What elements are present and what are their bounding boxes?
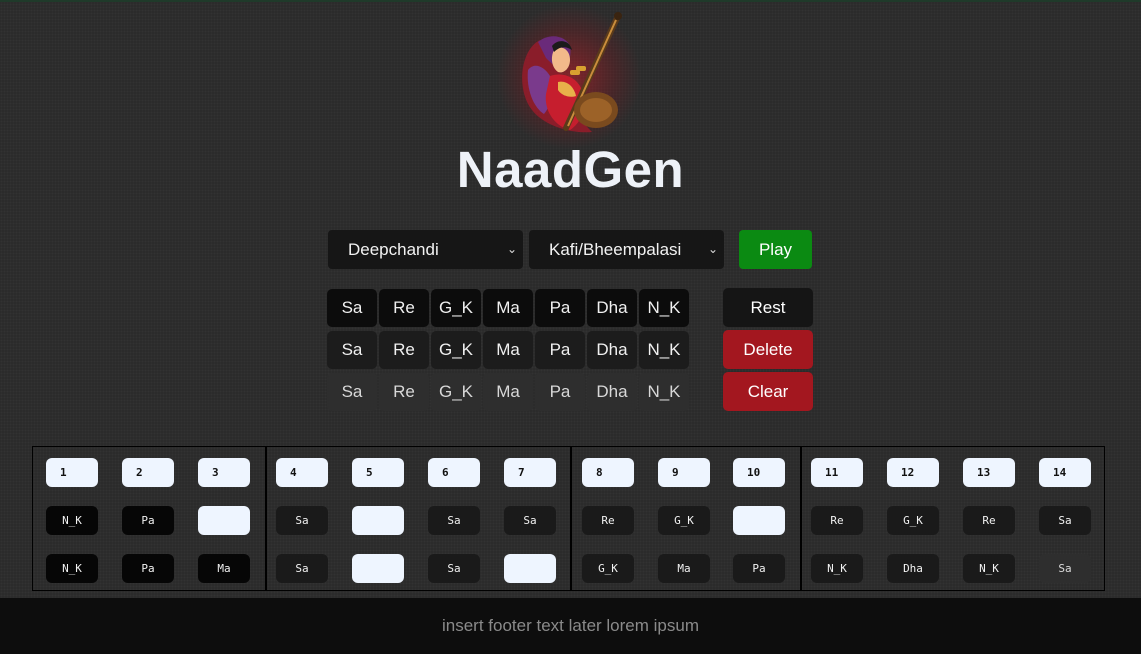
play-button[interactable]: Play xyxy=(739,230,812,269)
note-slot[interactable]: Sa xyxy=(428,554,480,583)
note-key-n-k[interactable]: N_K xyxy=(639,373,689,411)
note-key-ma[interactable]: Ma xyxy=(483,289,533,327)
beat-number: 6 xyxy=(428,458,480,487)
note-key-pa[interactable]: Pa xyxy=(535,289,585,327)
composition-grid xyxy=(32,446,1105,591)
empty-slot[interactable] xyxy=(504,554,556,583)
note-slot[interactable]: G_K xyxy=(887,506,939,535)
note-key-g-k[interactable]: G_K xyxy=(431,289,481,327)
note-key-ma[interactable]: Ma xyxy=(483,373,533,411)
rest-button[interactable]: Rest xyxy=(723,288,813,327)
empty-slot[interactable] xyxy=(352,506,404,535)
empty-slot[interactable] xyxy=(198,506,250,535)
note-key-dha[interactable]: Dha xyxy=(587,331,637,369)
vibhag-divider xyxy=(800,446,802,591)
beat-number: 13 xyxy=(963,458,1015,487)
vibhag-divider xyxy=(265,446,267,591)
note-key-re[interactable]: Re xyxy=(379,373,429,411)
naadgen-logo xyxy=(496,4,642,150)
note-slot[interactable]: Pa xyxy=(733,554,785,583)
chevron-down-icon: ⌄ xyxy=(506,242,517,256)
footer: insert footer text later lorem ipsum xyxy=(0,598,1141,654)
beat-number: 4 xyxy=(276,458,328,487)
delete-button[interactable]: Delete xyxy=(723,330,813,369)
note-slot[interactable]: Sa xyxy=(428,506,480,535)
note-key-n-k[interactable]: N_K xyxy=(639,289,689,327)
taal-select[interactable]: Deepchandi ⌄ xyxy=(328,230,523,269)
note-slot[interactable]: Re xyxy=(582,506,634,535)
note-key-re[interactable]: Re xyxy=(379,289,429,327)
beat-number: 12 xyxy=(887,458,939,487)
note-slot[interactable]: G_K xyxy=(658,506,710,535)
note-key-pa[interactable]: Pa xyxy=(535,373,585,411)
beat-number: 1 xyxy=(46,458,98,487)
empty-slot[interactable] xyxy=(352,554,404,583)
raag-select-value: Kafi/Bheempalasi xyxy=(549,240,682,259)
note-key-sa[interactable]: Sa xyxy=(327,289,377,327)
note-key-g-k[interactable]: G_K xyxy=(431,373,481,411)
note-key-n-k[interactable]: N_K xyxy=(639,331,689,369)
note-slot[interactable]: N_K xyxy=(811,554,863,583)
note-key-pa[interactable]: Pa xyxy=(535,331,585,369)
note-slot[interactable]: Re xyxy=(811,506,863,535)
note-slot[interactable]: N_K xyxy=(46,506,98,535)
clear-button[interactable]: Clear xyxy=(723,372,813,411)
note-slot[interactable]: Pa xyxy=(122,554,174,583)
beat-number: 11 xyxy=(811,458,863,487)
note-key-sa[interactable]: Sa xyxy=(327,331,377,369)
vibhag-divider xyxy=(570,446,572,591)
note-slot[interactable]: Ma xyxy=(198,554,250,583)
note-slot[interactable]: Dha xyxy=(887,554,939,583)
note-slot[interactable]: Sa xyxy=(504,506,556,535)
note-key-g-k[interactable]: G_K xyxy=(431,331,481,369)
note-slot[interactable]: Pa xyxy=(122,506,174,535)
note-slot[interactable]: N_K xyxy=(963,554,1015,583)
beat-number: 7 xyxy=(504,458,556,487)
taal-select-value: Deepchandi xyxy=(348,240,439,259)
beat-number: 2 xyxy=(122,458,174,487)
note-key-sa[interactable]: Sa xyxy=(327,373,377,411)
note-key-dha[interactable]: Dha xyxy=(587,373,637,411)
note-slot[interactable]: Sa xyxy=(1039,554,1091,583)
beat-number: 10 xyxy=(733,458,785,487)
veena-player-illustration xyxy=(522,12,622,133)
beat-number: 3 xyxy=(198,458,250,487)
note-slot[interactable]: Sa xyxy=(1039,506,1091,535)
beat-number: 8 xyxy=(582,458,634,487)
footer-text: insert footer text later lorem ipsum xyxy=(442,616,699,635)
beat-number: 9 xyxy=(658,458,710,487)
empty-slot[interactable] xyxy=(733,506,785,535)
beat-number: 5 xyxy=(352,458,404,487)
note-slot[interactable]: Re xyxy=(963,506,1015,535)
note-slot[interactable]: Sa xyxy=(276,506,328,535)
app-title: NaadGen xyxy=(456,141,685,198)
note-key-re[interactable]: Re xyxy=(379,331,429,369)
note-key-dha[interactable]: Dha xyxy=(587,289,637,327)
raag-select[interactable]: Kafi/Bheempalasi ⌄ xyxy=(529,230,724,269)
top-border xyxy=(0,0,1141,2)
note-slot[interactable]: G_K xyxy=(582,554,634,583)
beat-number: 14 xyxy=(1039,458,1091,487)
note-slot[interactable]: N_K xyxy=(46,554,98,583)
chevron-down-icon: ⌄ xyxy=(707,242,718,256)
note-slot[interactable]: Ma xyxy=(658,554,710,583)
note-slot[interactable]: Sa xyxy=(276,554,328,583)
note-key-ma[interactable]: Ma xyxy=(483,331,533,369)
